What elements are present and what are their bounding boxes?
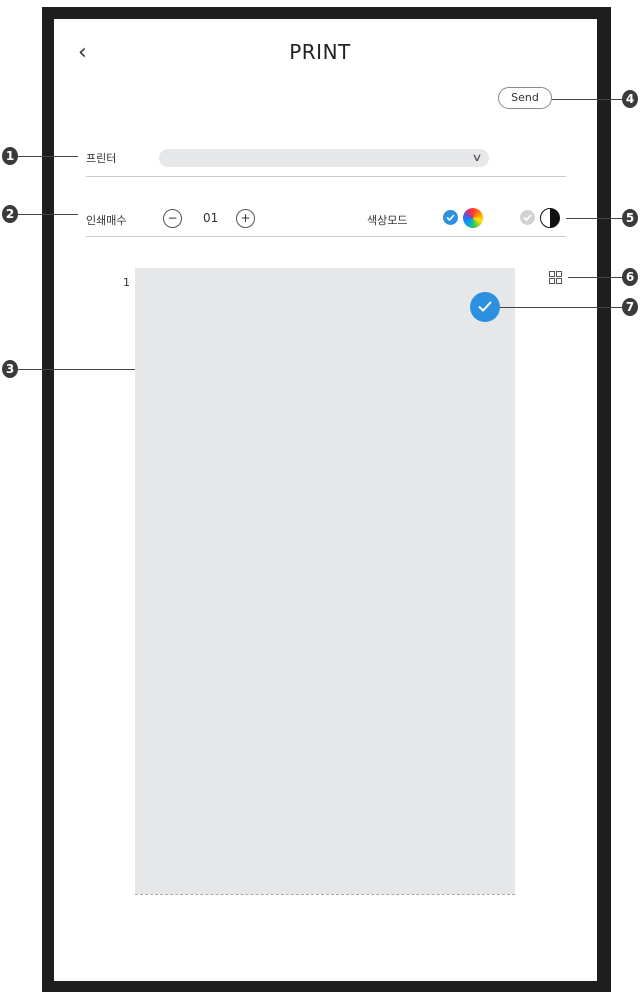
callout-badge-1: 1	[2, 147, 18, 165]
page-title: PRINT	[289, 40, 351, 64]
callout-badge-5: 5	[622, 209, 638, 227]
color-mode-bw-radio[interactable]	[520, 210, 535, 225]
callout-line-2	[18, 214, 78, 215]
page-preview[interactable]	[135, 268, 515, 894]
page-break-line	[135, 894, 515, 895]
minus-icon: −	[167, 211, 178, 225]
page-number: 1	[123, 276, 130, 289]
plus-icon: +	[240, 211, 251, 225]
copies-count: 01	[203, 211, 219, 225]
callout-badge-6: 6	[622, 268, 638, 286]
chevron-down-icon: ∨	[471, 151, 483, 164]
grid-view-icon[interactable]	[549, 271, 562, 284]
color-mode-label: 색상모드	[367, 214, 408, 227]
color-mode-color-radio[interactable]	[443, 210, 458, 225]
callout-badge-4: 4	[622, 90, 638, 108]
black-white-icon[interactable]	[540, 208, 560, 228]
color-wheel-icon[interactable]	[463, 208, 483, 228]
callout-badge-3: 3	[2, 360, 18, 378]
callout-line-4	[552, 99, 622, 100]
callout-badge-2: 2	[2, 205, 18, 223]
page-selected-check-icon[interactable]	[470, 292, 500, 322]
callout-line-3	[18, 369, 135, 370]
printer-divider	[86, 176, 566, 177]
callout-line-1	[18, 156, 78, 157]
decrement-button[interactable]: −	[163, 209, 182, 228]
callout-line-6	[568, 277, 622, 278]
send-button[interactable]: Send	[498, 87, 552, 109]
chevron-left-icon: ‹	[78, 40, 87, 65]
increment-button[interactable]: +	[236, 209, 255, 228]
callout-line-7	[500, 307, 622, 308]
callout-line-5	[566, 218, 622, 219]
copies-divider	[86, 236, 566, 237]
callout-badge-7: 7	[622, 298, 638, 316]
printer-label: 프린터	[86, 152, 117, 165]
copies-label: 인쇄매수	[86, 214, 127, 227]
printer-dropdown[interactable]: ∨	[159, 149, 489, 167]
back-button[interactable]: ‹	[78, 40, 94, 66]
